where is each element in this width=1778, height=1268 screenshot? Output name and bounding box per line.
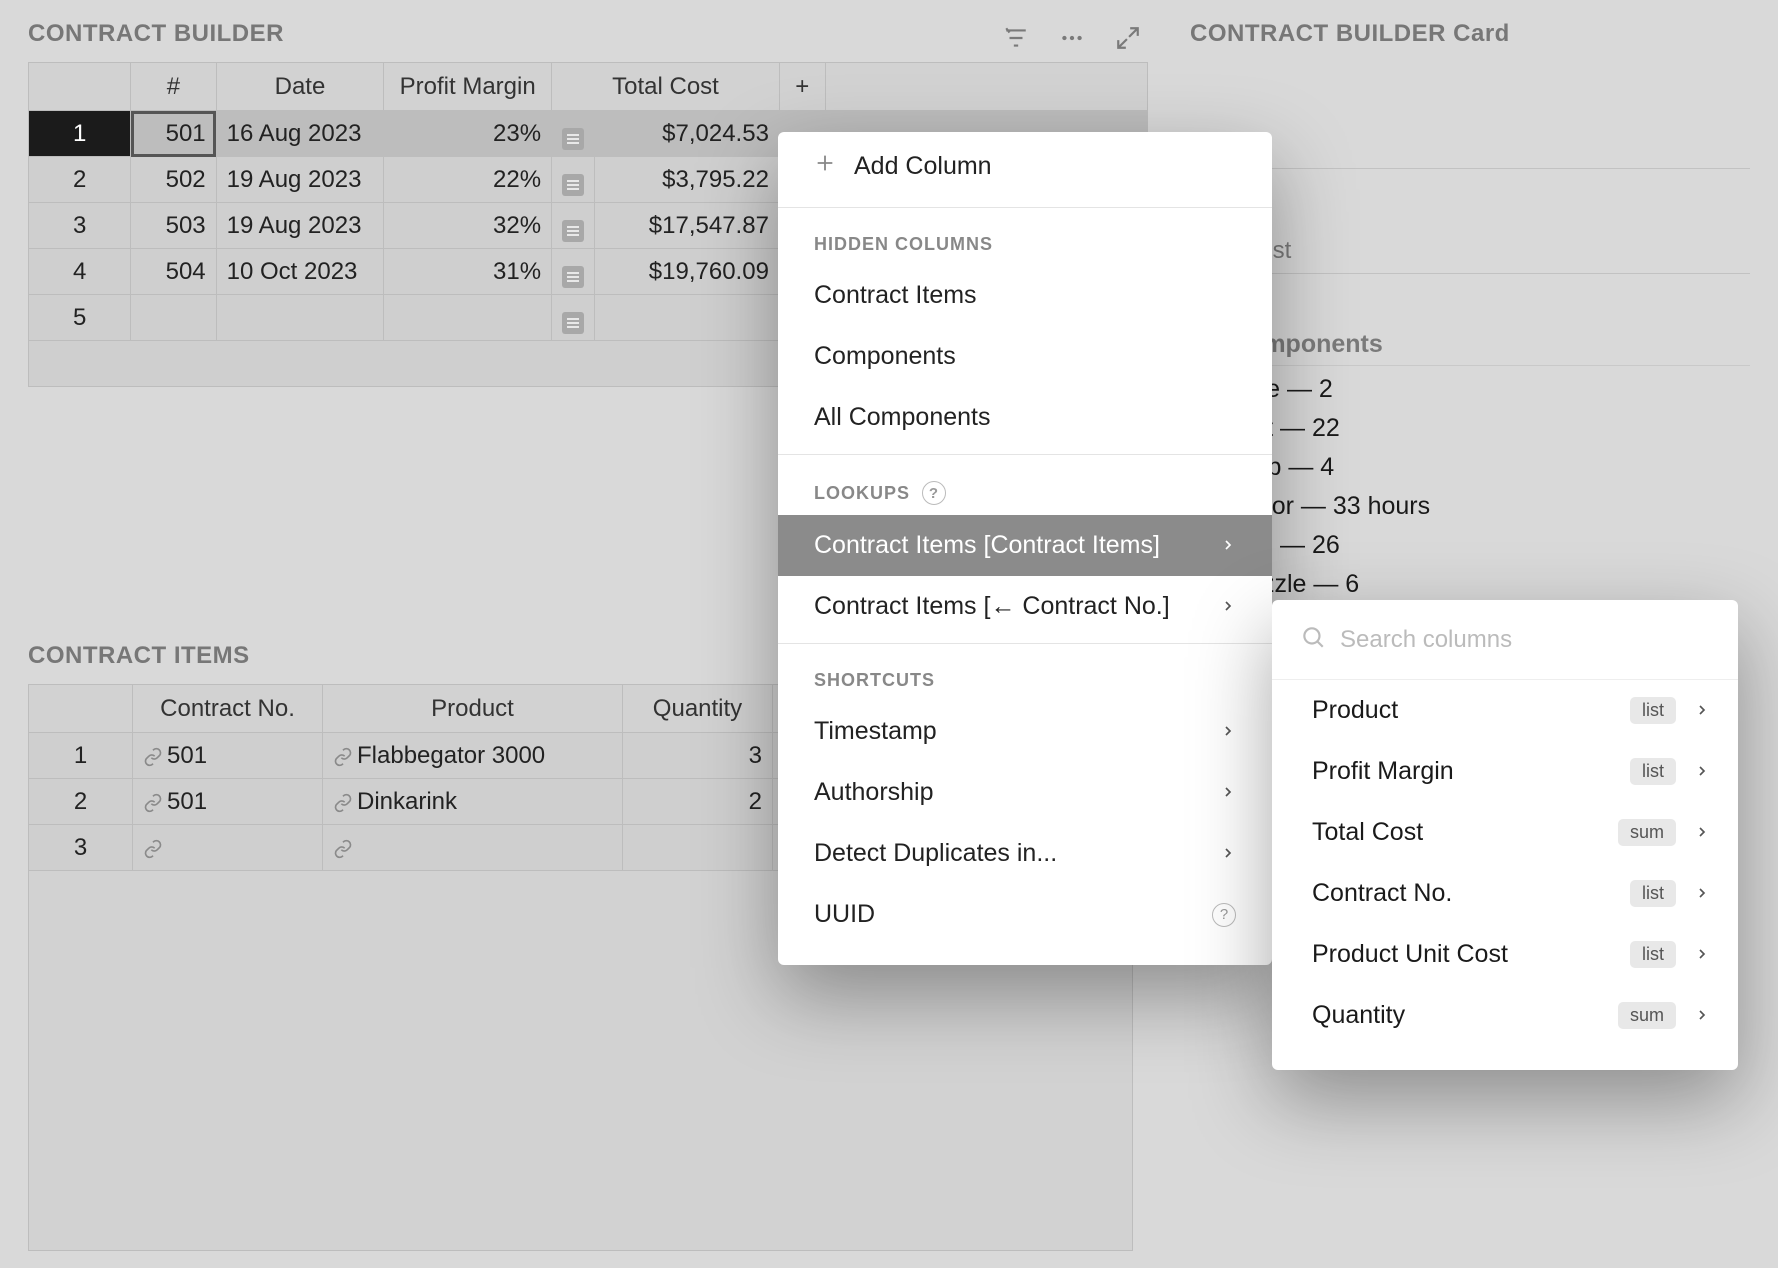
col-contract-header[interactable]: Contract No.: [133, 685, 323, 733]
column-option[interactable]: Total Cost sum: [1272, 802, 1738, 863]
chevron-right-icon: [1220, 592, 1236, 621]
shortcut-item[interactable]: Detect Duplicates in...: [778, 823, 1272, 884]
search-row[interactable]: [1272, 600, 1738, 680]
card-hash-row[interactable]: #: [1190, 122, 1750, 169]
cost-cell[interactable]: $7,024.53: [595, 111, 780, 157]
add-column-item[interactable]: Add Column: [778, 132, 1272, 201]
search-columns-input[interactable]: [1340, 626, 1710, 654]
hidden-col-item[interactable]: Contract Items: [778, 265, 1272, 326]
rownum-cell[interactable]: 1: [29, 111, 131, 157]
column-option[interactable]: Product Unit Cost list: [1272, 924, 1738, 985]
column-option[interactable]: Contract No. list: [1272, 863, 1738, 924]
margin-cell[interactable]: 23%: [384, 111, 552, 157]
chevron-right-icon: [1220, 531, 1236, 560]
link-icon: [333, 746, 353, 766]
component-item: Bolt — 22: [1230, 409, 1750, 448]
hash-cell[interactable]: 501: [131, 111, 216, 157]
lookups-header: LOOKUPS ?: [778, 461, 1272, 515]
date-cell[interactable]: 16 Aug 2023: [216, 111, 384, 157]
link-icon: [143, 792, 163, 812]
link-icon: [333, 838, 353, 858]
card-cost-row[interactable]: l Cost: [1190, 227, 1750, 274]
card-title: CONTRACT BUILDER Card: [1190, 10, 1750, 62]
chevron-right-icon: [1220, 839, 1236, 868]
link-icon: [143, 838, 163, 858]
hidden-col-item[interactable]: All Components: [778, 387, 1272, 448]
filler-header: [825, 63, 1147, 111]
shortcuts-header: SHORTCUTS: [778, 650, 1272, 701]
plus-icon: [814, 152, 836, 181]
add-column-button[interactable]: +: [779, 63, 825, 111]
add-column-menu[interactable]: Add Column HIDDEN COLUMNS Contract Items…: [778, 132, 1272, 965]
shortcut-item[interactable]: Authorship: [778, 762, 1272, 823]
col-cost-header[interactable]: Total Cost: [552, 63, 780, 111]
builder-toolbar: [1002, 24, 1142, 52]
chevron-right-icon: [1694, 940, 1710, 969]
col-product-header[interactable]: Product: [323, 685, 623, 733]
shortcut-item[interactable]: UUID ?: [778, 884, 1272, 945]
chevron-right-icon: [1694, 818, 1710, 847]
column-search-popover[interactable]: Product list Profit Margin list Total Co…: [1272, 600, 1738, 1070]
filter-icon[interactable]: [1002, 24, 1030, 52]
cost-doc-icon[interactable]: [552, 111, 595, 157]
more-icon[interactable]: [1058, 24, 1086, 52]
hidden-columns-header: HIDDEN COLUMNS: [778, 214, 1272, 265]
help-icon[interactable]: ?: [922, 481, 946, 505]
chevron-right-icon: [1694, 757, 1710, 786]
col-date-header[interactable]: Date: [216, 63, 384, 111]
contract-builder-card: CONTRACT BUILDER Card # l Cost Component…: [1190, 10, 1750, 643]
lookup-item[interactable]: Contract Items [Contract Items]: [778, 515, 1272, 576]
chevron-right-icon: [1694, 696, 1710, 725]
component-item: Chip — 4: [1230, 448, 1750, 487]
contract-builder-title: CONTRACT BUILDER: [28, 10, 1148, 62]
col-qty-header[interactable]: Quantity: [623, 685, 773, 733]
column-option[interactable]: Quantity sum: [1272, 985, 1738, 1046]
help-icon[interactable]: ?: [1212, 903, 1236, 927]
column-option[interactable]: Profit Margin list: [1272, 741, 1738, 802]
chevron-right-icon: [1220, 717, 1236, 746]
link-icon: [333, 792, 353, 812]
hidden-col-item[interactable]: Components: [778, 326, 1272, 387]
link-icon: [143, 746, 163, 766]
lookup-item[interactable]: Contract Items [← Contract No.]: [778, 576, 1272, 637]
chevron-right-icon: [1220, 778, 1236, 807]
component-item: Bale — 2: [1230, 370, 1750, 409]
chevron-right-icon: [1694, 1001, 1710, 1030]
component-item: Nozzle — 6: [1230, 565, 1750, 604]
component-item: Nail — 26: [1230, 526, 1750, 565]
col-margin-header[interactable]: Profit Margin: [384, 63, 552, 111]
chevron-right-icon: [1694, 879, 1710, 908]
component-item: Labor — 33 hours: [1230, 487, 1750, 526]
expand-icon[interactable]: [1114, 24, 1142, 52]
column-option[interactable]: Product list: [1272, 680, 1738, 741]
type-badge: list: [1630, 697, 1676, 724]
search-icon: [1300, 624, 1326, 655]
card-components-label: Components: [1190, 320, 1750, 366]
shortcut-item[interactable]: Timestamp: [778, 701, 1272, 762]
rownum-header: [29, 63, 131, 111]
col-hash-header[interactable]: #: [131, 63, 216, 111]
